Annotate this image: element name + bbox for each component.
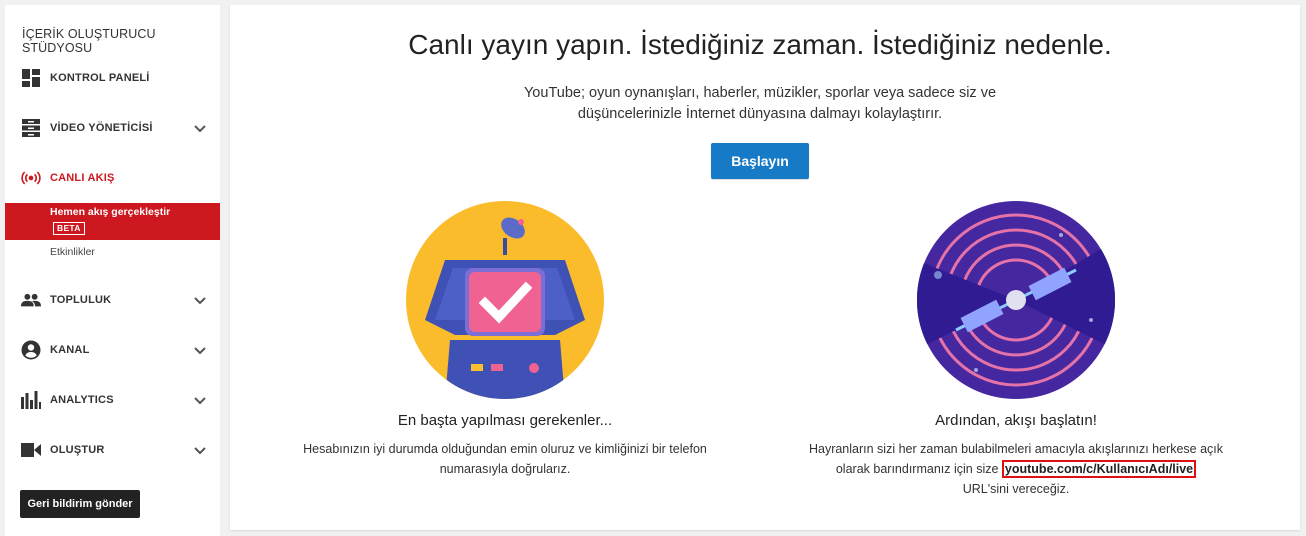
sidebar-item-label: TOPLULUK xyxy=(50,294,112,306)
step-verify: En başta yapılması gerekenler... Hesabın… xyxy=(295,200,715,479)
sidebar-subitem-events[interactable]: Etkinlikler xyxy=(50,246,95,258)
chevron-down-icon[interactable] xyxy=(192,342,208,358)
chevron-down-icon[interactable] xyxy=(192,120,208,136)
sidebar-item-label: VİDEO YÖNETİCİSİ xyxy=(50,122,153,134)
sidebar-item-label: CANLI AKIŞ xyxy=(50,172,115,184)
step-stream: Ardından, akışı başlatın! Hayranların si… xyxy=(806,200,1226,499)
chevron-down-icon[interactable] xyxy=(192,292,208,308)
sidebar-item-live-stream[interactable]: CANLI AKIŞ xyxy=(5,163,220,193)
get-started-button[interactable]: Başlayın xyxy=(711,143,809,179)
analytics-icon xyxy=(21,390,41,410)
sidebar-item-label: KONTROL PANELİ xyxy=(50,72,150,84)
sidebar-item-label: ANALYTICS xyxy=(50,394,114,406)
sidebar-item-label: OLUŞTUR xyxy=(50,444,105,456)
create-icon xyxy=(21,440,41,460)
robot-tv-illustration xyxy=(406,201,604,399)
sidebar-item-community[interactable]: TOPLULUK xyxy=(5,285,220,315)
main-content: Canlı yayın yapın. İstediğiniz zaman. İs… xyxy=(230,5,1300,530)
channel-icon xyxy=(21,340,41,360)
live-stream-icon xyxy=(21,168,41,188)
sidebar-item-video-manager[interactable]: VİDEO YÖNETİCİSİ xyxy=(5,113,220,143)
step-stream-title: Ardından, akışı başlatın! xyxy=(935,412,1097,429)
video-manager-icon xyxy=(21,118,41,138)
sidebar-item-create[interactable]: OLUŞTUR xyxy=(5,435,220,465)
step-stream-text: Hayranların sizi her zaman bulabilmeleri… xyxy=(806,439,1226,499)
sidebar-subitem-stream-now[interactable]: Hemen akış gerçekleştir BETA xyxy=(5,203,220,240)
step-stream-text-after: URL'sini vereceğiz. xyxy=(962,482,1070,496)
page-title: Canlı yayın yapın. İstediğiniz zaman. İs… xyxy=(408,29,1112,60)
sidebar-item-analytics[interactable]: ANALYTICS xyxy=(5,385,220,415)
community-icon xyxy=(21,290,41,310)
sidebar-item-label: KANAL xyxy=(50,344,90,356)
step-verify-title: En başta yapılması gerekenler... xyxy=(397,412,613,429)
studio-title: İÇERİK OLUŞTURUCU STÜDYOSU xyxy=(22,27,156,55)
stream-now-label: Hemen akış gerçekleştir xyxy=(50,206,171,218)
channel-live-url: youtube.com/c/KullanıcıAdı/live xyxy=(1001,460,1197,478)
step-verify-text: Hesabınızın iyi durumda olduğundan emin … xyxy=(303,442,707,476)
sidebar-item-dashboard[interactable]: KONTROL PANELİ xyxy=(5,63,220,93)
dashboard-icon xyxy=(21,68,41,88)
intro-text: YouTube; oyun oynanışları, haberler, müz… xyxy=(523,85,997,122)
satellite-illustration xyxy=(917,201,1115,399)
chevron-down-icon[interactable] xyxy=(192,392,208,408)
chevron-down-icon[interactable] xyxy=(192,442,208,458)
sidebar-item-channel[interactable]: KANAL xyxy=(5,335,220,365)
sidebar: İÇERİK OLUŞTURUCU STÜDYOSU KONTROL PANEL… xyxy=(5,5,220,536)
send-feedback-button[interactable]: Geri bildirim gönder xyxy=(20,490,140,518)
beta-badge: BETA xyxy=(53,222,85,235)
